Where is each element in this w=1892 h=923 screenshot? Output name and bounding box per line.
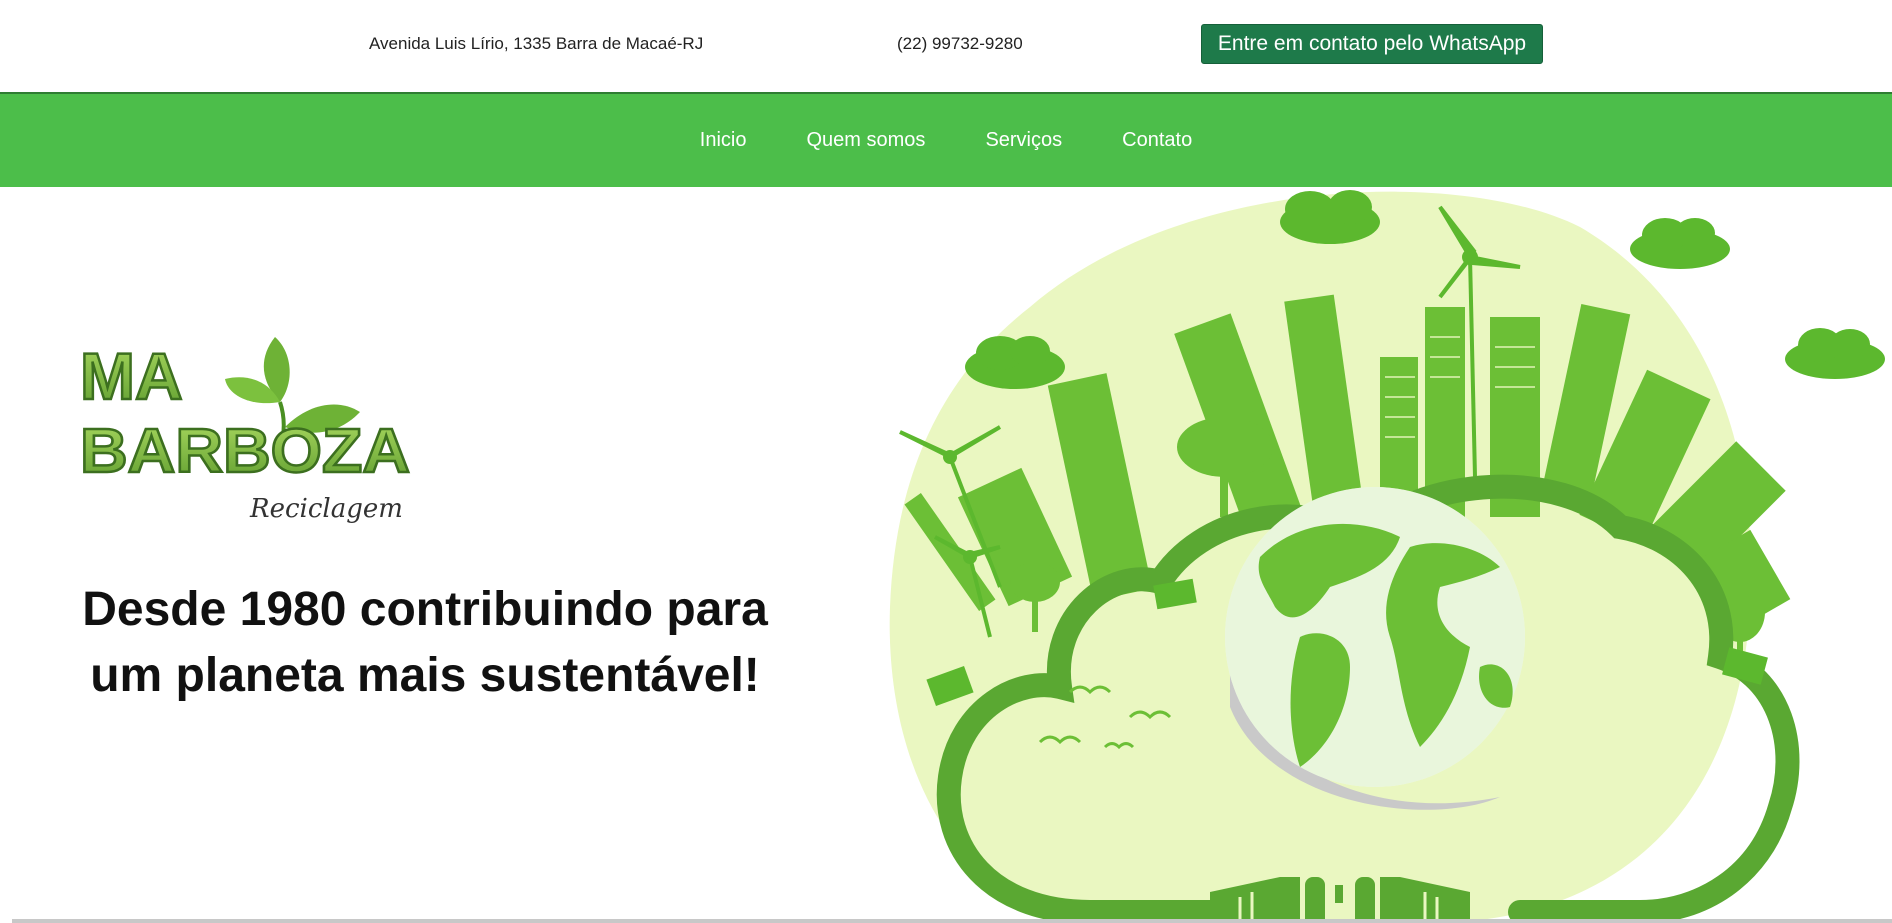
nav-item-quem-somos[interactable]: Quem somos (807, 129, 926, 152)
main-nav: Inicio Quem somos Serviços Contato (0, 94, 1892, 187)
whatsapp-contact-button[interactable]: Entre em contato pelo WhatsApp (1201, 24, 1543, 64)
logo-line1: MA (80, 339, 183, 413)
company-logo: MA BARBOZA Reciclagem (80, 337, 411, 524)
horizontal-scrollbar[interactable] (12, 919, 1892, 923)
logo-line2: BARBOZA (80, 417, 410, 486)
eco-city-globe-icon (889, 190, 1885, 923)
hero-headline: Desde 1980 contribuindo para um planeta … (30, 577, 820, 709)
nav-item-servicos[interactable]: Serviços (985, 129, 1062, 152)
nav-item-contato[interactable]: Contato (1122, 129, 1192, 152)
headline-line-1: Desde 1980 contribuindo para (82, 583, 768, 636)
hero-section: MA BARBOZA Reciclagem Desde 1980 contrib… (0, 187, 1892, 923)
headline-line-2: um planeta mais sustentável! (90, 649, 760, 702)
top-contact-bar: Avenida Luis Lírio, 1335 Barra de Macaé-… (0, 0, 1892, 94)
address-text: Avenida Luis Lírio, 1335 Barra de Macaé-… (369, 34, 704, 53)
nav-item-inicio[interactable]: Inicio (700, 129, 747, 152)
phone-text: (22) 99732-9280 (897, 34, 1023, 53)
logo-tagline: Reciclagem (249, 494, 403, 524)
